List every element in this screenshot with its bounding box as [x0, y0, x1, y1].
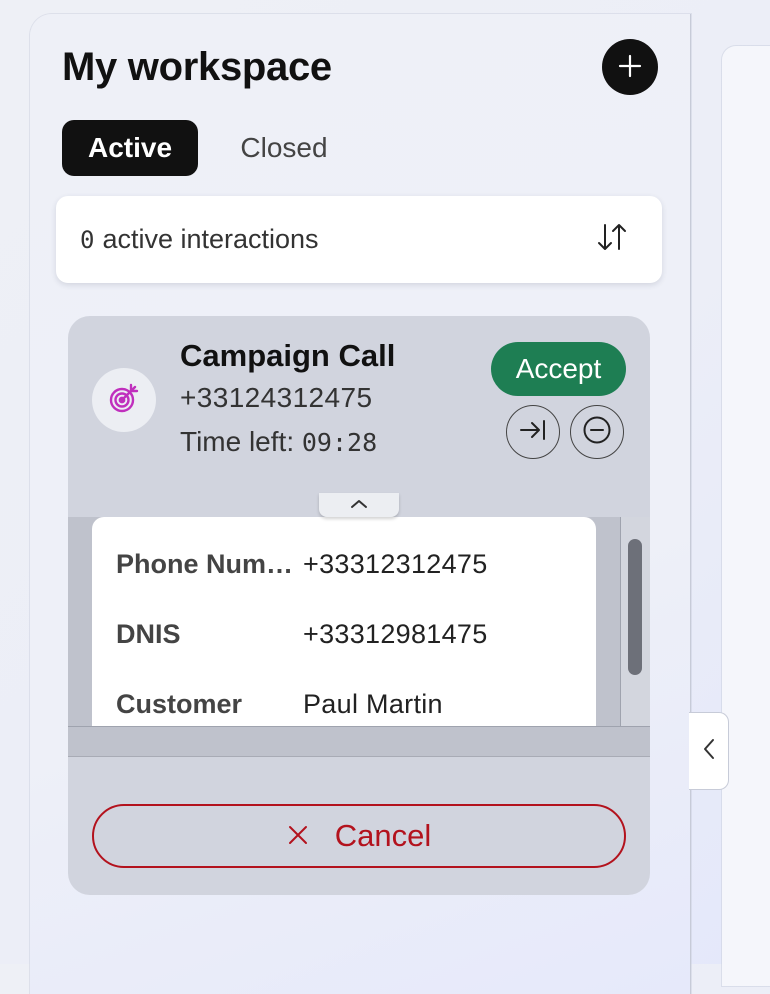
adjacent-pane [722, 46, 770, 986]
interaction-title: Campaign Call [180, 338, 396, 373]
interaction-card: Campaign Call +33124312475 Time left: 09… [68, 316, 650, 895]
campaign-avatar [92, 368, 156, 432]
interactions-count: 0 [80, 225, 95, 254]
detail-value: +33312312475 [303, 548, 488, 579]
sort-button[interactable] [590, 218, 634, 262]
detail-value: Paul Martin [303, 688, 443, 719]
detail-label: DNIS [116, 618, 181, 649]
reject-button[interactable] [570, 405, 624, 459]
time-left-label: Time left: [180, 426, 295, 457]
detail-row: DNIS +33312981475 [116, 614, 488, 654]
cancel-button[interactable]: Cancel [92, 804, 626, 868]
detail-row: Customer Paul Martin [116, 684, 443, 724]
plus-icon [618, 54, 642, 81]
details-list: Phone Num… +33312312475 DNIS +3331298147… [92, 517, 596, 726]
detail-value: +33312981475 [303, 618, 488, 649]
transfer-button[interactable] [506, 405, 560, 459]
interactions-count-bar: 0 active interactions [56, 196, 662, 283]
collapse-details-handle[interactable] [319, 493, 399, 517]
detail-label: Customer [116, 688, 243, 719]
add-interaction-button[interactable] [602, 39, 658, 95]
interaction-phone: +33124312475 [180, 382, 373, 413]
sort-arrows-icon [595, 222, 629, 259]
time-left-value: 09:28 [301, 428, 378, 457]
chevron-left-icon [703, 738, 715, 765]
detail-label: Phone Num… [116, 548, 294, 579]
page-title: My workspace [62, 45, 332, 89]
divider [68, 756, 650, 757]
interaction-details: Phone Num… +33312312475 DNIS +3331298147… [68, 517, 650, 757]
scrollbar-thumb[interactable] [628, 539, 642, 675]
interactions-count-label: active interactions [102, 224, 319, 254]
target-icon [107, 381, 141, 420]
accept-button[interactable]: Accept [491, 342, 626, 396]
tab-active[interactable]: Active [62, 120, 198, 176]
arrow-to-line-icon [518, 418, 548, 447]
close-icon [287, 818, 309, 854]
cancel-label: Cancel [334, 818, 432, 853]
collapse-panel-button[interactable] [689, 712, 729, 790]
divider [68, 726, 650, 727]
tab-closed[interactable]: Closed [214, 120, 354, 176]
time-left: Time left: 09:28 [180, 426, 377, 458]
detail-row: Phone Num… +33312312475 [116, 544, 488, 584]
details-scrollbar[interactable] [620, 517, 650, 726]
minus-circle-icon [582, 415, 612, 450]
chevron-up-icon [350, 496, 368, 514]
